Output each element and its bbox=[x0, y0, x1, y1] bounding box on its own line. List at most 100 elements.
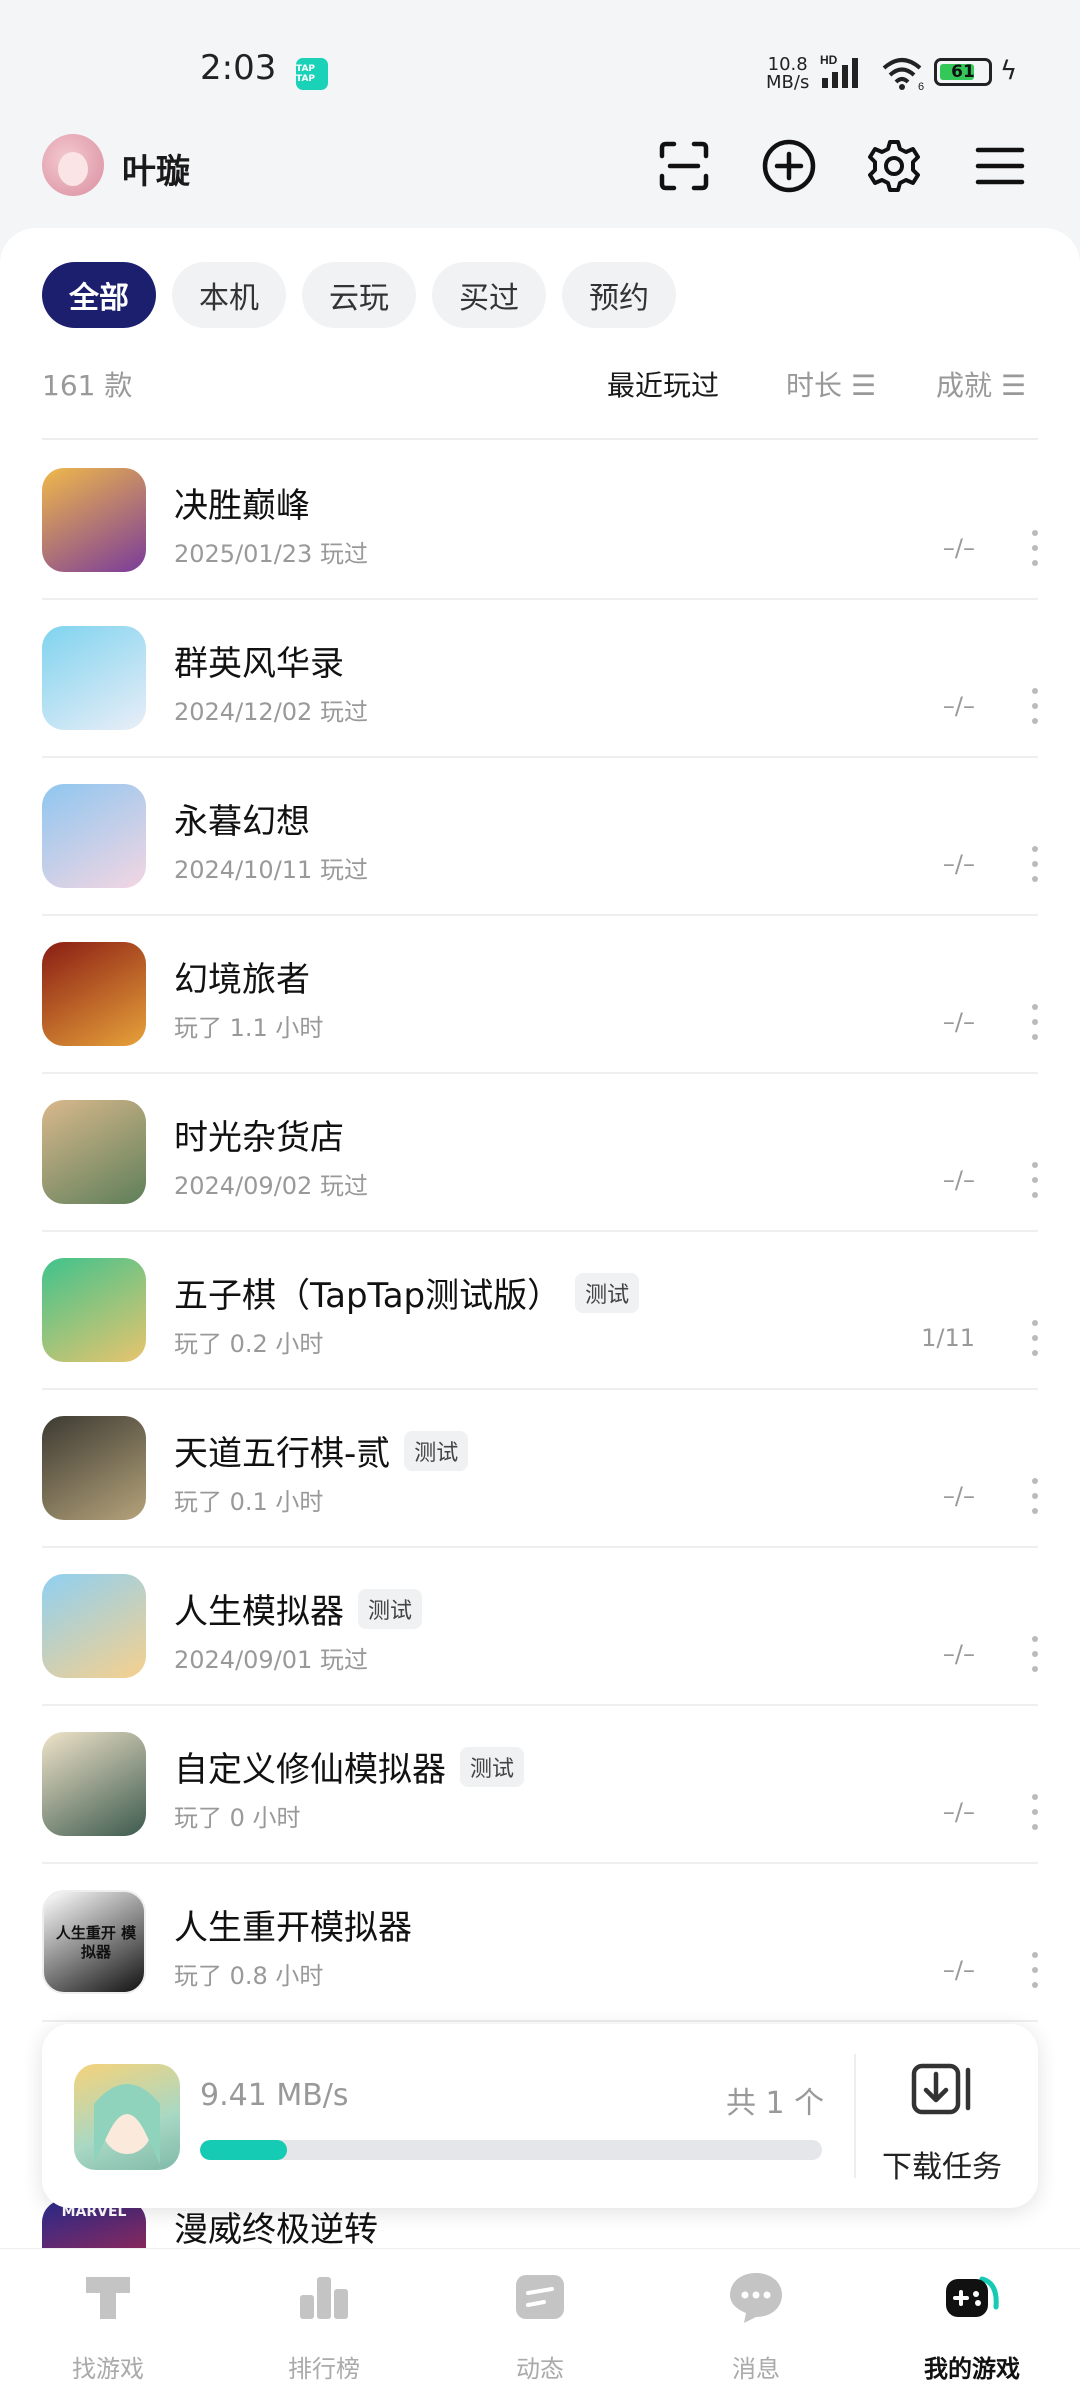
status-bar: 2:03 TAP TAP 10.8 MB/s HD 6 61 ϟ bbox=[0, 0, 1080, 130]
game-last-played: 2024/10/11 玩过 bbox=[174, 856, 368, 884]
wifi-icon: 6 bbox=[882, 58, 924, 92]
game-icon bbox=[42, 1574, 146, 1678]
menu-icon[interactable] bbox=[970, 136, 1030, 196]
add-icon[interactable] bbox=[759, 136, 819, 196]
game-last-played: 2025/01/23 玩过 bbox=[174, 540, 368, 568]
game-icon bbox=[42, 1732, 146, 1836]
more-options-icon[interactable] bbox=[1032, 688, 1042, 724]
game-last-played: 玩了 0.2 小时 bbox=[174, 1330, 324, 1358]
sort-recent[interactable]: 最近玩过 bbox=[607, 364, 719, 404]
game-name: 时光杂货店 bbox=[174, 1110, 344, 1159]
game-title: 人生重开模拟器 bbox=[174, 1908, 412, 1948]
charging-icon: ϟ bbox=[1000, 56, 1018, 86]
game-name: 决胜巅峰 bbox=[174, 478, 310, 527]
game-name: 天道五行棋-贰 测试 bbox=[174, 1426, 469, 1475]
download-tasks-icon[interactable] bbox=[910, 2060, 976, 2120]
list-item[interactable]: 人生重开 模拟器 人生重开模拟器 玩了 0.8 小时 –/– bbox=[0, 1864, 1080, 2022]
avatar[interactable] bbox=[42, 134, 104, 196]
game-name: 永暮幻想 bbox=[174, 794, 310, 843]
nav-label: 排行榜 bbox=[288, 2355, 360, 2383]
download-tasks-label[interactable]: 下载任务 bbox=[882, 2142, 1002, 2186]
game-name: 人生模拟器 测试 bbox=[174, 1584, 423, 1633]
more-options-icon[interactable] bbox=[1032, 1478, 1042, 1514]
game-title: 时光杂货店 bbox=[174, 1118, 344, 1158]
list-item[interactable]: 群英风华录 2024/12/02 玩过 –/– bbox=[0, 600, 1080, 758]
game-achievement: –/– bbox=[942, 1008, 975, 1036]
game-achievement: 1/11 bbox=[921, 1324, 975, 1352]
list-item[interactable]: 幻境旅者 玩了 1.1 小时 –/– bbox=[0, 916, 1080, 1074]
list-item[interactable]: 天道五行棋-贰 测试 玩了 0.1 小时 –/– bbox=[0, 1390, 1080, 1548]
game-name: 人生重开模拟器 bbox=[174, 1900, 412, 1949]
nav-ranking[interactable]: 排行榜 bbox=[216, 2249, 432, 2401]
list-item[interactable]: 时光杂货店 2024/09/02 玩过 –/– bbox=[0, 1074, 1080, 1232]
scan-icon[interactable] bbox=[654, 136, 714, 196]
game-icon bbox=[42, 626, 146, 730]
filter-chips: 全部 本机 云玩 买过 预约 bbox=[42, 262, 676, 328]
find-games-icon bbox=[86, 2277, 130, 2319]
cellular-signal-icon: HD bbox=[820, 53, 858, 88]
more-options-icon[interactable] bbox=[1032, 1636, 1042, 1672]
nav-label: 动态 bbox=[516, 2355, 564, 2383]
more-options-icon[interactable] bbox=[1032, 1794, 1042, 1830]
list-item[interactable]: 决胜巅峰 2025/01/23 玩过 –/– bbox=[0, 442, 1080, 600]
download-game-icon bbox=[74, 2064, 180, 2170]
nav-label: 消息 bbox=[732, 2355, 780, 2383]
test-badge: 测试 bbox=[460, 1746, 525, 1787]
download-progress-bar bbox=[200, 2140, 822, 2160]
nav-find-games[interactable]: 找游戏 bbox=[0, 2249, 216, 2401]
filter-reserved[interactable]: 预约 bbox=[562, 262, 676, 328]
game-title: 幻境旅者 bbox=[174, 960, 310, 1000]
game-achievement: –/– bbox=[942, 534, 975, 562]
network-speed: 10.8 MB/s bbox=[766, 56, 809, 92]
more-options-icon[interactable] bbox=[1032, 846, 1042, 882]
signal-hd-label: HD bbox=[820, 53, 838, 67]
network-speed-unit: MB/s bbox=[766, 72, 810, 93]
nav-messages[interactable]: 消息 bbox=[648, 2249, 864, 2401]
list-item[interactable]: 永暮幻想 2024/10/11 玩过 –/– bbox=[0, 758, 1080, 916]
nav-my-games[interactable]: 我的游戏 bbox=[864, 2249, 1080, 2401]
game-title: 群英风华录 bbox=[174, 644, 344, 684]
game-achievement: –/– bbox=[942, 1798, 975, 1826]
feed-icon bbox=[516, 2275, 564, 2319]
test-badge: 测试 bbox=[404, 1430, 469, 1471]
list-item[interactable]: 自定义修仙模拟器 测试 玩了 0 小时 –/– bbox=[0, 1706, 1080, 1864]
wifi-generation-label: 6 bbox=[918, 81, 924, 92]
game-achievement: –/– bbox=[942, 850, 975, 878]
username[interactable]: 叶璇 bbox=[122, 144, 190, 193]
more-options-icon[interactable] bbox=[1032, 1162, 1042, 1198]
game-name: 自定义修仙模拟器 测试 bbox=[174, 1742, 525, 1791]
game-icon bbox=[42, 1416, 146, 1520]
game-achievement: –/– bbox=[942, 692, 975, 720]
filter-all[interactable]: 全部 bbox=[42, 262, 156, 328]
test-badge: 测试 bbox=[358, 1588, 423, 1629]
status-time: 2:03 bbox=[200, 48, 277, 88]
download-total: 共 1 个 bbox=[726, 2086, 825, 2121]
download-panel[interactable]: 9.41 MB/s 共 1 个 下载任务 bbox=[42, 2024, 1038, 2208]
more-options-icon[interactable] bbox=[1032, 1952, 1042, 1988]
game-last-played: 2024/09/02 玩过 bbox=[174, 1172, 368, 1200]
bottom-nav: 找游戏 排行榜 动态 消息 我的游戏 bbox=[0, 2248, 1080, 2401]
more-options-icon[interactable] bbox=[1032, 1004, 1042, 1040]
more-options-icon[interactable] bbox=[1032, 530, 1042, 566]
gear-icon[interactable] bbox=[864, 136, 924, 196]
download-separator bbox=[854, 2054, 856, 2178]
sort-duration[interactable]: 时长 ☰ bbox=[786, 364, 876, 404]
game-last-played: 玩了 0.1 小时 bbox=[174, 1488, 324, 1516]
filter-cloud[interactable]: 云玩 bbox=[302, 262, 416, 328]
games-card: 全部 本机 云玩 买过 预约 161 款 最近玩过 时长 ☰ 成就 ☰ 决胜巅峰… bbox=[0, 228, 1080, 2248]
game-name: 群英风华录 bbox=[174, 636, 344, 685]
list-item[interactable]: 五子棋（TapTap测试版） 测试 玩了 0.2 小时 1/11 bbox=[0, 1232, 1080, 1390]
list-item[interactable]: 人生模拟器 测试 2024/09/01 玩过 –/– bbox=[0, 1548, 1080, 1706]
filter-purchased[interactable]: 买过 bbox=[432, 262, 546, 328]
filter-local[interactable]: 本机 bbox=[172, 262, 286, 328]
more-options-icon[interactable] bbox=[1032, 1320, 1042, 1356]
game-name: 幻境旅者 bbox=[174, 952, 310, 1001]
message-icon bbox=[730, 2273, 782, 2323]
game-icon: 人生重开 模拟器 bbox=[42, 1890, 146, 1994]
download-speed: 9.41 MB/s bbox=[200, 2078, 349, 2113]
game-title: 五子棋（TapTap测试版） bbox=[174, 1276, 562, 1316]
sort-achievement[interactable]: 成就 ☰ bbox=[936, 364, 1026, 404]
game-achievement: –/– bbox=[942, 1956, 975, 1984]
battery-level: 61 bbox=[951, 62, 975, 82]
nav-feed[interactable]: 动态 bbox=[432, 2249, 648, 2401]
